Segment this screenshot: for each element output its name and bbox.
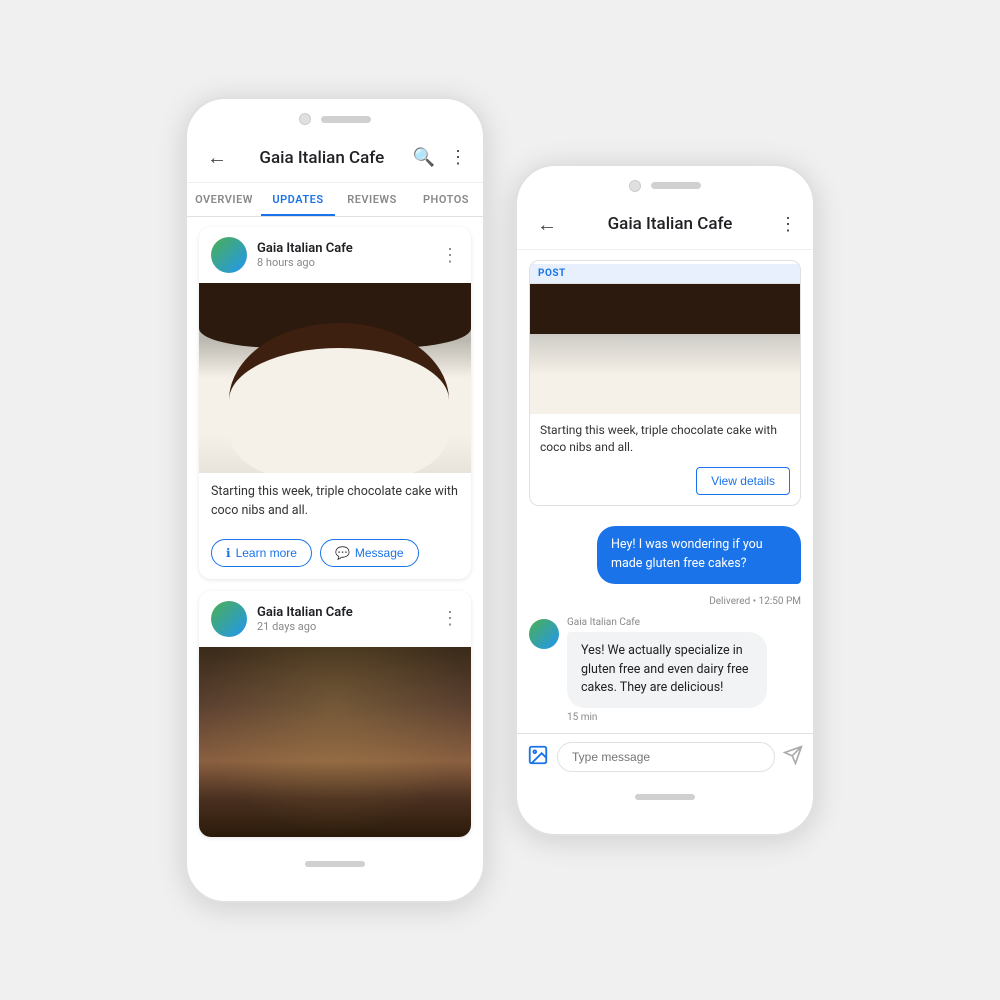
message-input[interactable]: [557, 742, 775, 772]
post-menu-2[interactable]: ⋮: [441, 608, 459, 629]
tab-overview[interactable]: OVERVIEW: [187, 183, 261, 216]
message-button[interactable]: 💬 Message: [320, 539, 419, 567]
more-icon-r[interactable]: ⋮: [779, 214, 797, 235]
post-image-1: [199, 283, 471, 473]
post-image-2: [199, 647, 471, 837]
post-badge: POST: [530, 264, 800, 284]
post-time-1: 8 hours ago: [257, 256, 431, 269]
bot-message-time: 15 min: [567, 712, 767, 723]
back-button-r[interactable]: ←: [533, 210, 561, 239]
page-title-r: Gaia Italian Cafe: [571, 214, 769, 234]
right-header: ← Gaia Italian Cafe ⋮: [517, 200, 813, 250]
learn-more-button[interactable]: ℹ Learn more: [211, 539, 312, 567]
post-time-2: 21 days ago: [257, 620, 431, 633]
view-details-button[interactable]: View details: [696, 467, 790, 495]
tab-updates[interactable]: UPDATES: [261, 183, 335, 216]
avatar-2: [211, 601, 247, 637]
post-author-1: Gaia Italian Cafe: [257, 241, 431, 256]
left-phone: ← Gaia Italian Cafe 🔍 ⋮ OVERVIEW UPDATES…: [185, 97, 485, 903]
post-body-1: Starting this week, triple chocolate cak…: [199, 473, 471, 531]
preview-text: Starting this week, triple chocolate cak…: [530, 414, 800, 464]
header-actions-r: ⋮: [779, 214, 797, 235]
tab-photos[interactable]: PHOTOS: [409, 183, 483, 216]
bot-message-bubble: Yes! We actually specialize in gluten fr…: [567, 632, 767, 708]
avatar-1: [211, 237, 247, 273]
post-actions-1: ℹ Learn more 💬 Message: [199, 531, 471, 579]
page-title: Gaia Italian Cafe: [241, 148, 403, 168]
phone-bottom-bar: [187, 847, 483, 881]
right-screen: ← Gaia Italian Cafe ⋮ POST Starting this…: [517, 200, 813, 780]
phone-bottom-bar-r: [517, 780, 813, 814]
home-indicator-r: [635, 794, 695, 800]
post-header-2: Gaia Italian Cafe 21 days ago ⋮: [199, 591, 471, 647]
phone-top-bar-r: [517, 166, 813, 200]
tab-bar: OVERVIEW UPDATES REVIEWS PHOTOS: [187, 183, 483, 217]
preview-cake-image: [530, 284, 800, 414]
left-header: ← Gaia Italian Cafe 🔍 ⋮: [187, 133, 483, 183]
chat-input-bar: [517, 733, 813, 780]
phone-camera-r: [629, 180, 641, 192]
bot-avatar: [529, 619, 559, 649]
user-message-bubble: Hey! I was wondering if you made gluten …: [597, 526, 801, 584]
bot-message-row: Gaia Italian Cafe Yes! We actually speci…: [529, 617, 801, 723]
bot-message-col: Gaia Italian Cafe Yes! We actually speci…: [567, 617, 767, 723]
search-icon[interactable]: 🔍: [413, 147, 435, 168]
post-header-1: Gaia Italian Cafe 8 hours ago ⋮: [199, 227, 471, 283]
phone-speaker-r: [651, 182, 701, 189]
message-icon: 💬: [335, 546, 350, 560]
tab-reviews[interactable]: REVIEWS: [335, 183, 409, 216]
right-phone: ← Gaia Italian Cafe ⋮ POST Starting this…: [515, 164, 815, 836]
home-indicator: [305, 861, 365, 867]
back-button[interactable]: ←: [203, 143, 231, 172]
info-icon: ℹ: [226, 546, 231, 560]
phone-top-bar: [187, 99, 483, 133]
updates-feed: Gaia Italian Cafe 8 hours ago ⋮ Starting…: [187, 217, 483, 847]
post-meta-1: Gaia Italian Cafe 8 hours ago: [257, 241, 431, 269]
phone-camera: [299, 113, 311, 125]
message-status: Delivered • 12:50 PM: [529, 596, 801, 607]
attach-icon[interactable]: [527, 744, 549, 771]
chat-area: Hey! I was wondering if you made gluten …: [517, 516, 813, 733]
bot-author: Gaia Italian Cafe: [567, 617, 767, 628]
send-icon[interactable]: [783, 745, 803, 770]
post-menu-1[interactable]: ⋮: [441, 245, 459, 266]
post-preview-card: POST Starting this week, triple chocolat…: [529, 260, 801, 507]
phone-speaker: [321, 116, 371, 123]
more-icon[interactable]: ⋮: [449, 147, 467, 168]
left-screen: ← Gaia Italian Cafe 🔍 ⋮ OVERVIEW UPDATES…: [187, 133, 483, 847]
post-meta-2: Gaia Italian Cafe 21 days ago: [257, 605, 431, 633]
header-actions: 🔍 ⋮: [413, 147, 467, 168]
post-card-1: Gaia Italian Cafe 8 hours ago ⋮ Starting…: [199, 227, 471, 579]
post-card-2: Gaia Italian Cafe 21 days ago ⋮: [199, 591, 471, 837]
post-author-2: Gaia Italian Cafe: [257, 605, 431, 620]
preview-action: View details: [530, 463, 800, 505]
